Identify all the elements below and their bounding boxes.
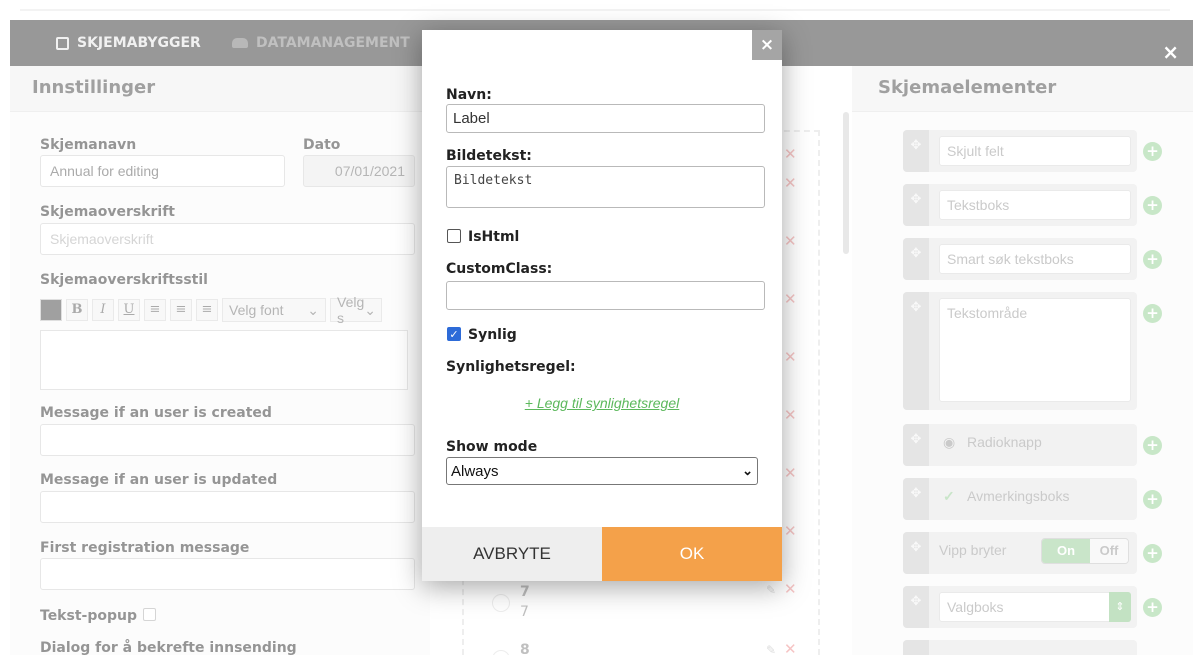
add-visibility-rule-link[interactable]: + Legg til synlighetsregel	[422, 395, 782, 411]
name-input[interactable]: Label	[446, 104, 765, 133]
dialog-footer: AVBRYTE OK	[422, 527, 782, 581]
chevron-down-icon: ⌄	[742, 463, 753, 478]
customclass-label: CustomClass:	[446, 261, 553, 277]
ishtml-checkbox[interactable]	[447, 229, 461, 243]
show-mode-label: Show mode	[446, 439, 538, 455]
cancel-button[interactable]: AVBRYTE	[422, 527, 602, 581]
ishtml-label: IsHtml	[468, 229, 520, 245]
close-icon[interactable]: ×	[752, 30, 782, 60]
name-label: Navn:	[446, 87, 492, 103]
show-mode-value: Always	[451, 462, 499, 480]
visible-checkbox[interactable]: ✓	[447, 327, 461, 341]
visible-label: Synlig	[468, 327, 517, 343]
visibility-rule-label: Synlighetsregel:	[446, 359, 576, 375]
customclass-input[interactable]	[446, 281, 765, 310]
show-mode-select[interactable]: Always ⌄	[446, 457, 758, 485]
caption-label: Bildetekst:	[446, 148, 532, 164]
element-properties-dialog: × Navn: Label Bildetekst: Bildetekst IsH…	[422, 30, 782, 581]
ok-button[interactable]: OK	[602, 527, 782, 581]
caption-textarea[interactable]: Bildetekst	[446, 166, 765, 208]
